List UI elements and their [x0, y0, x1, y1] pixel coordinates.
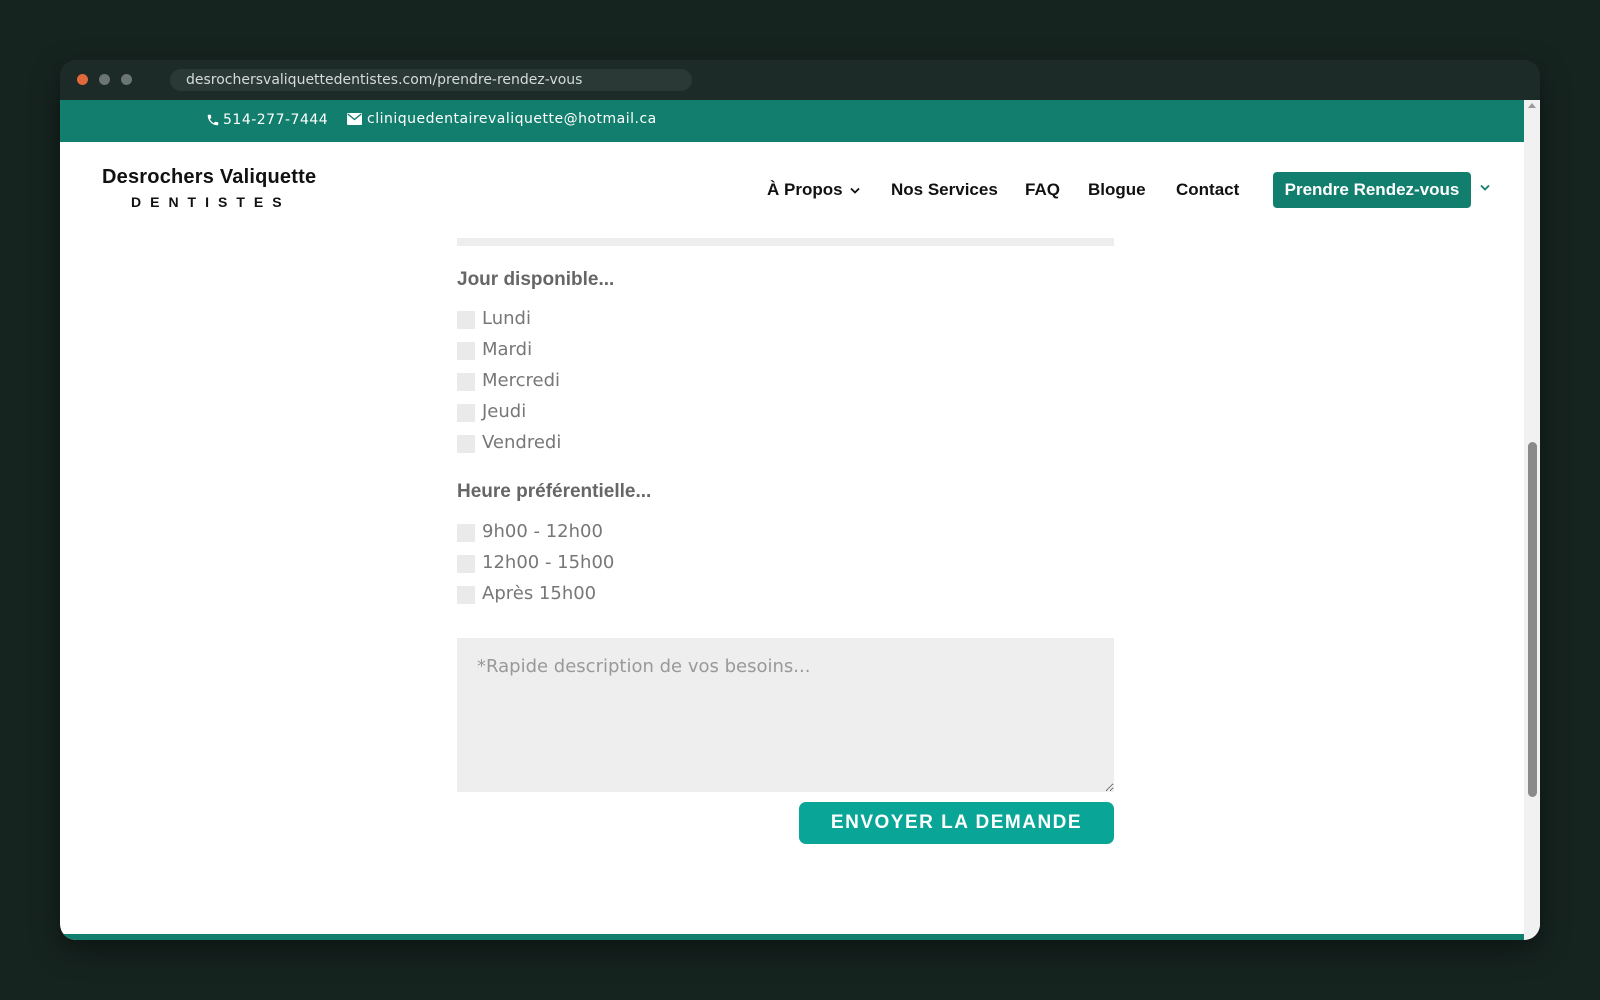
- contact-topbar: 514-277-7444 cliniquedentairevaliquette@…: [60, 100, 1524, 142]
- maximize-window-button[interactable]: [121, 74, 132, 85]
- checkbox[interactable]: [457, 341, 475, 360]
- previous-form-field[interactable]: [457, 238, 1114, 246]
- time-option-label: 9h00 - 12h00: [482, 520, 603, 542]
- day-option-vendredi[interactable]: Vendredi: [457, 430, 561, 454]
- appointment-form: Jour disponible... Lundi Mardi Mercredi …: [60, 238, 1524, 940]
- browser-titlebar: desrochersvaliquettedentistes.com/prendr…: [60, 60, 1540, 100]
- email-link[interactable]: cliniquedentairevaliquette@hotmail.ca: [347, 111, 657, 127]
- chevron-down-icon[interactable]: [1480, 184, 1490, 191]
- nav-faq[interactable]: FAQ: [1025, 172, 1060, 208]
- phone-icon: [207, 114, 219, 126]
- phone-link[interactable]: 514-277-7444: [206, 112, 328, 128]
- day-option-jeudi[interactable]: Jeudi: [457, 399, 526, 423]
- checkbox[interactable]: [457, 434, 475, 453]
- description-textarea[interactable]: [457, 638, 1114, 792]
- envelope-icon: [347, 113, 362, 125]
- time-option-late[interactable]: Après 15h00: [457, 581, 596, 605]
- checkbox[interactable]: [457, 554, 475, 573]
- browser-window: desrochersvaliquettedentistes.com/prendr…: [60, 60, 1540, 940]
- site-logo[interactable]: Desrochers Valiquette DENTISTES: [102, 166, 316, 210]
- nav-apropos-label: À Propos: [767, 180, 843, 199]
- day-option-mardi[interactable]: Mardi: [457, 337, 532, 361]
- time-option-label: 12h00 - 15h00: [482, 551, 615, 573]
- minimize-window-button[interactable]: [99, 74, 110, 85]
- day-option-label: Mardi: [482, 338, 533, 360]
- checkbox[interactable]: [457, 403, 475, 422]
- day-option-label: Lundi: [482, 307, 531, 329]
- scrollbar-thumb[interactable]: [1528, 442, 1537, 797]
- time-option-label: Après 15h00: [482, 582, 597, 604]
- email-address: cliniquedentairevaliquette@hotmail.ca: [367, 111, 657, 127]
- preferred-time-label: Heure préférentielle...: [457, 481, 652, 502]
- logo-line-2: DENTISTES: [131, 194, 291, 210]
- page-viewport: 514-277-7444 cliniquedentairevaliquette@…: [60, 100, 1540, 940]
- nav-apropos[interactable]: À Propos: [767, 172, 860, 208]
- phone-number: 514-277-7444: [223, 112, 329, 128]
- time-option-afternoon[interactable]: 12h00 - 15h00: [457, 550, 614, 574]
- page-scrollbar[interactable]: [1524, 100, 1540, 940]
- day-option-label: Vendredi: [482, 431, 562, 453]
- site-header: Desrochers Valiquette DENTISTES À Propos…: [60, 142, 1524, 238]
- time-option-morning[interactable]: 9h00 - 12h00: [457, 519, 603, 543]
- checkbox[interactable]: [457, 523, 475, 542]
- nav-blogue[interactable]: Blogue: [1088, 172, 1146, 208]
- scroll-up-arrow-icon[interactable]: [1527, 102, 1537, 109]
- day-option-label: Mercredi: [482, 369, 561, 391]
- nav-nos-services[interactable]: Nos Services: [891, 172, 998, 208]
- logo-line-1: Desrochers Valiquette: [102, 166, 317, 188]
- available-day-label: Jour disponible...: [457, 269, 615, 290]
- footer-bar: [60, 934, 1524, 940]
- checkbox[interactable]: [457, 585, 475, 604]
- chevron-down-icon: [849, 187, 860, 194]
- day-option-mercredi[interactable]: Mercredi: [457, 368, 560, 392]
- nav-prendre-rendez-vous-button[interactable]: Prendre Rendez-vous: [1273, 172, 1471, 208]
- close-window-button[interactable]: [77, 74, 88, 85]
- submit-request-button[interactable]: ENVOYER LA DEMANDE: [799, 802, 1114, 844]
- day-option-label: Jeudi: [482, 400, 527, 422]
- nav-contact[interactable]: Contact: [1176, 172, 1239, 208]
- address-bar[interactable]: desrochersvaliquettedentistes.com/prendr…: [170, 69, 692, 91]
- day-option-lundi[interactable]: Lundi: [457, 306, 531, 330]
- checkbox[interactable]: [457, 310, 475, 329]
- checkbox[interactable]: [457, 372, 475, 391]
